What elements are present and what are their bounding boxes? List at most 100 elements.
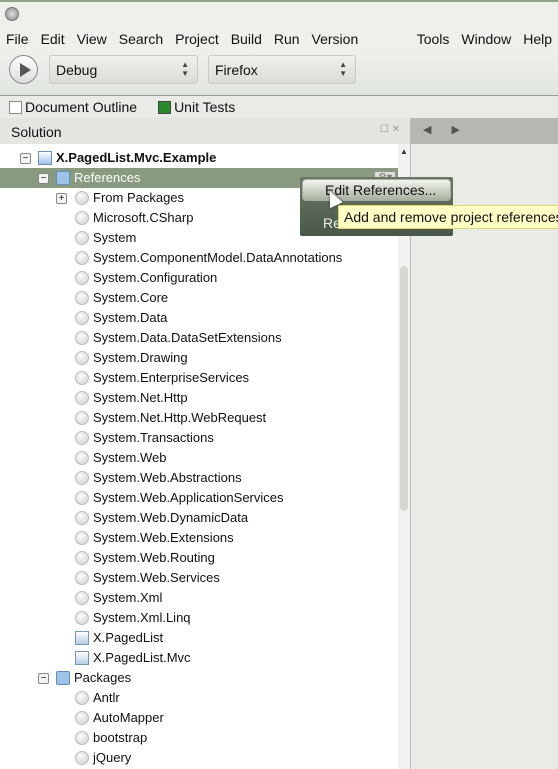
reference-item[interactable]: System.EnterpriseServices xyxy=(0,368,398,388)
assembly-reference-icon xyxy=(75,611,89,625)
menu-view[interactable]: View xyxy=(71,28,113,50)
package-item[interactable]: jQuery xyxy=(0,748,398,768)
assembly-reference-icon xyxy=(75,451,89,465)
assembly-reference-icon xyxy=(75,431,89,445)
title-bar xyxy=(0,0,558,28)
forward-icon[interactable]: ▶ xyxy=(451,124,479,136)
solution-title: Solution xyxy=(11,124,62,140)
menu-tools[interactable]: Tools xyxy=(411,28,456,50)
item-label: System.Data xyxy=(93,310,168,325)
menu-help[interactable]: Help xyxy=(517,28,558,50)
reference-item[interactable]: System.Web.Abstractions xyxy=(0,468,398,488)
item-label: System.Web.Routing xyxy=(93,550,215,565)
reference-item[interactable]: System.Core xyxy=(0,288,398,308)
scroll-thumb[interactable] xyxy=(400,266,408,511)
package-item[interactable]: bootstrap xyxy=(0,728,398,748)
item-label: System.EnterpriseServices xyxy=(93,370,250,385)
expand-icon[interactable]: + xyxy=(56,193,67,204)
packages-node[interactable]: − Packages xyxy=(0,668,398,688)
close-icon[interactable]: ✕ xyxy=(392,124,400,135)
configuration-value: Debug xyxy=(56,62,98,78)
menu-run[interactable]: Run xyxy=(268,28,306,50)
item-label: X.PagedList.Mvc xyxy=(93,650,191,665)
menu-bar: File Edit View Search Project Build Run Version… xyxy=(0,28,558,65)
vertical-scrollbar[interactable]: ▲ xyxy=(398,144,410,769)
reference-item[interactable]: X.PagedList.Mvc xyxy=(0,648,398,668)
reference-item[interactable]: System.Data.DataSetExtensions xyxy=(0,328,398,348)
maximize-icon[interactable]: ☐ xyxy=(380,124,389,135)
assembly-reference-icon xyxy=(75,491,89,505)
target-value: Firefox xyxy=(215,62,258,78)
item-label: System.Net.Http.WebRequest xyxy=(93,410,267,425)
menu-file[interactable]: File xyxy=(0,28,35,50)
app-icon[interactable] xyxy=(5,7,19,21)
reference-item[interactable]: System.Web.Extensions xyxy=(0,528,398,548)
item-label: System.Configuration xyxy=(93,270,218,285)
menu-window[interactable]: Window xyxy=(455,28,517,50)
item-label: Microsoft.CSharp xyxy=(93,210,194,225)
configuration-select[interactable]: Debug ▲ ▼ xyxy=(49,55,198,84)
package-item[interactable]: Antlr xyxy=(0,688,398,708)
item-label: X.PagedList.Mvc.Example xyxy=(56,150,217,165)
collapse-icon[interactable]: − xyxy=(20,153,31,164)
item-label: System.Drawing xyxy=(93,350,188,365)
item-label: System.Web.Services xyxy=(93,570,220,585)
item-label: System.ComponentModel.DataAnnotations xyxy=(93,250,343,265)
assembly-reference-icon xyxy=(75,391,89,405)
editor-nav: ◀▶ xyxy=(411,118,558,144)
unit-tests-label: Unit Tests xyxy=(174,99,236,115)
assembly-reference-icon xyxy=(75,251,89,265)
menu-build[interactable]: Build xyxy=(225,28,268,50)
item-label: jQuery xyxy=(93,750,132,765)
item-label: System.Web.Extensions xyxy=(93,530,234,545)
project-icon xyxy=(38,151,52,165)
collapse-icon[interactable]: − xyxy=(38,673,49,684)
menu-project[interactable]: Project xyxy=(169,28,225,50)
assembly-reference-icon xyxy=(75,371,89,385)
assembly-reference-icon xyxy=(75,471,89,485)
reference-item[interactable]: System.ComponentModel.DataAnnotations xyxy=(0,248,398,268)
document-outline-label: Document Outline xyxy=(25,99,138,115)
scroll-up-icon[interactable]: ▲ xyxy=(400,147,408,156)
item-label: X.PagedList xyxy=(93,630,164,645)
run-button[interactable] xyxy=(9,55,38,84)
assembly-reference-icon xyxy=(75,531,89,545)
target-select[interactable]: Firefox ▲ ▼ xyxy=(208,55,356,84)
reference-item[interactable]: System.Web.ApplicationServices xyxy=(0,488,398,508)
menu-search[interactable]: Search xyxy=(113,28,169,50)
reference-item[interactable]: System.Data xyxy=(0,308,398,328)
reference-item[interactable]: System.Net.Http xyxy=(0,388,398,408)
menu-edit[interactable]: Edit xyxy=(35,28,71,50)
reference-item[interactable]: System.Xml xyxy=(0,588,398,608)
assembly-reference-icon xyxy=(75,211,89,225)
tooltip: Add and remove project references xyxy=(338,205,558,229)
reference-item[interactable]: System.Transactions xyxy=(0,428,398,448)
reference-item[interactable]: System.Configuration xyxy=(0,268,398,288)
back-icon[interactable]: ◀ xyxy=(423,124,451,136)
package-item[interactable]: AutoMapper xyxy=(0,708,398,728)
solution-tree: −X.PagedList.Mvc.Example−References⚙▾+Fr… xyxy=(0,144,398,769)
collapse-icon[interactable]: − xyxy=(38,173,49,184)
reference-item[interactable]: X.PagedList xyxy=(0,628,398,648)
item-label: System.Web.DynamicData xyxy=(93,510,249,525)
reference-item[interactable]: System.Web.Routing xyxy=(0,548,398,568)
item-label: System.Xml xyxy=(93,590,163,605)
menu-version-control[interactable]: Version Control xyxy=(306,28,411,65)
reference-item[interactable]: System.Web.DynamicData xyxy=(0,508,398,528)
assembly-reference-icon xyxy=(75,331,89,345)
project-node[interactable]: − X.PagedList.Mvc.Example xyxy=(0,148,398,168)
reference-item[interactable]: System.Web.Services xyxy=(0,568,398,588)
document-outline-tab[interactable]: Document Outline xyxy=(9,99,137,115)
assembly-reference-icon xyxy=(75,291,89,305)
unit-tests-tab[interactable]: Unit Tests xyxy=(158,99,235,115)
item-label: System.Data.DataSetExtensions xyxy=(93,330,282,345)
item-label: bootstrap xyxy=(93,730,148,745)
item-label: References xyxy=(74,170,141,185)
reference-item[interactable]: System.Web xyxy=(0,448,398,468)
pad-bar: Document Outline Unit Tests xyxy=(0,95,558,118)
reference-item[interactable]: System.Drawing xyxy=(0,348,398,368)
item-label: System.Web.ApplicationServices xyxy=(93,490,284,505)
assembly-reference-icon xyxy=(75,511,89,525)
reference-item[interactable]: System.Net.Http.WebRequest xyxy=(0,408,398,428)
reference-item[interactable]: System.Xml.Linq xyxy=(0,608,398,628)
